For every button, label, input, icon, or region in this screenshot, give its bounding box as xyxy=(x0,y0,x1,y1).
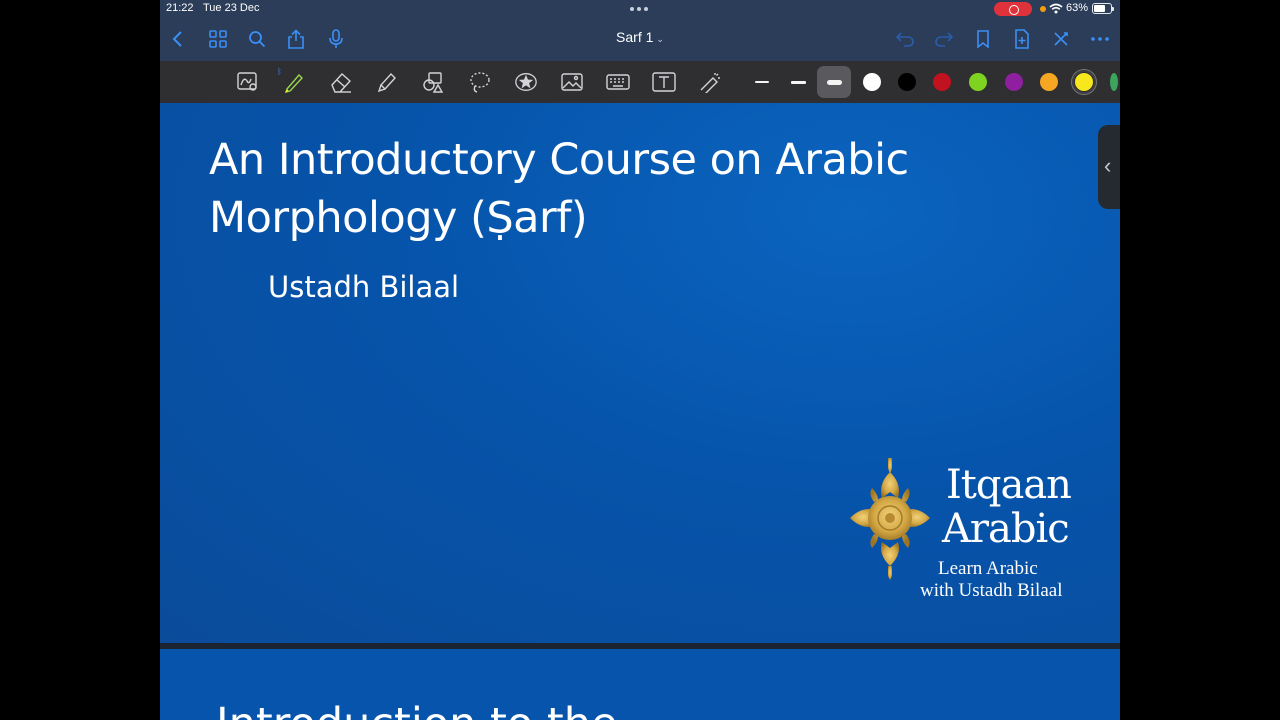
drawing-toolbar: ᛒ xyxy=(160,61,1120,103)
stroke-thick-icon[interactable] xyxy=(827,79,842,85)
color-swatch-orange[interactable] xyxy=(1040,73,1058,91)
bookmark-icon[interactable] xyxy=(971,27,995,51)
highlighter-icon[interactable] xyxy=(375,70,399,94)
keyboard-icon[interactable] xyxy=(606,70,630,94)
color-swatch-white[interactable] xyxy=(863,73,881,91)
logo-emblem-icon xyxy=(850,458,930,580)
redo-icon[interactable] xyxy=(932,27,956,51)
search-icon[interactable] xyxy=(245,27,269,51)
stroke-medium-icon[interactable] xyxy=(791,80,806,84)
status-time: 21:22 xyxy=(166,2,194,14)
undo-icon[interactable] xyxy=(893,27,917,51)
sticker-icon[interactable] xyxy=(514,70,538,94)
nav-bar: Sarf 1 ⌄ xyxy=(160,18,1120,61)
multitasking-dots-icon[interactable] xyxy=(630,2,648,11)
status-date: Tue 23 Dec xyxy=(203,2,260,14)
microphone-icon[interactable] xyxy=(324,27,348,51)
ipad-screen: 21:22 Tue 23 Dec 63% Sarf 1 ⌄ ᛒ An Intro… xyxy=(160,0,1120,720)
color-swatch-green[interactable] xyxy=(969,73,987,91)
wifi-icon xyxy=(1049,3,1063,14)
logo-name-line1: Itqaan xyxy=(946,462,1072,508)
logo-tagline-line2: with Ustadh Bilaal xyxy=(920,580,1063,601)
more-icon[interactable] xyxy=(1088,27,1112,51)
next-slide-page[interactable]: Introduction to the xyxy=(160,649,1120,720)
slide-title-line1: An Introductory Course on Arabic xyxy=(209,135,909,185)
battery-icon xyxy=(1092,3,1114,14)
pen-icon[interactable] xyxy=(282,70,306,94)
share-icon[interactable] xyxy=(284,27,308,51)
color-swatch-yellow[interactable] xyxy=(1075,73,1093,91)
color-swatch-red[interactable] xyxy=(933,73,951,91)
color-swatch-more[interactable] xyxy=(1110,73,1118,91)
color-swatch-purple[interactable] xyxy=(1005,73,1023,91)
slide-page[interactable]: An Introductory Course on Arabic Morphol… xyxy=(160,103,1120,643)
laser-pointer-icon[interactable] xyxy=(698,70,722,94)
next-slide-title: Introduction to the xyxy=(216,699,617,720)
shapes-icon[interactable] xyxy=(421,70,445,94)
stroke-thin-icon[interactable] xyxy=(755,81,769,83)
battery-percent: 63% xyxy=(1066,2,1089,14)
eraser-icon[interactable] xyxy=(329,70,353,94)
itqaan-logo: Itqaan Arabic Learn Arabic with Ustadh B… xyxy=(846,454,1086,614)
back-icon[interactable] xyxy=(166,27,190,51)
bluetooth-pencil-icon: ᛒ xyxy=(277,67,282,76)
slide-title: An Introductory Course on Arabic Morphol… xyxy=(209,131,1009,247)
close-icon[interactable] xyxy=(1049,27,1073,51)
grid-icon[interactable] xyxy=(206,27,230,51)
image-icon[interactable] xyxy=(560,70,584,94)
mic-indicator-icon xyxy=(1040,6,1046,12)
slide-subtitle: Ustadh Bilaal xyxy=(268,270,460,304)
lasso-ink-icon[interactable] xyxy=(236,70,260,94)
add-page-icon[interactable] xyxy=(1010,27,1034,51)
sidebar-toggle-handle[interactable]: ‹ xyxy=(1098,125,1120,209)
textbox-icon[interactable] xyxy=(652,70,676,94)
status-bar: 21:22 Tue 23 Dec 63% xyxy=(160,0,1120,18)
chevron-down-icon: ⌄ xyxy=(656,34,664,44)
chevron-left-icon: ‹ xyxy=(1104,153,1112,178)
slide-title-line2: Morphology (Ṣarf) xyxy=(209,193,588,243)
document-title-text: Sarf 1 xyxy=(616,29,654,45)
color-swatch-black[interactable] xyxy=(898,73,916,91)
logo-tagline-line1: Learn Arabic xyxy=(938,558,1038,579)
lasso-icon[interactable] xyxy=(468,70,492,94)
logo-name-line2: Arabic xyxy=(942,506,1070,552)
screen-recording-icon[interactable] xyxy=(994,2,1032,16)
document-title[interactable]: Sarf 1 ⌄ xyxy=(600,29,680,45)
